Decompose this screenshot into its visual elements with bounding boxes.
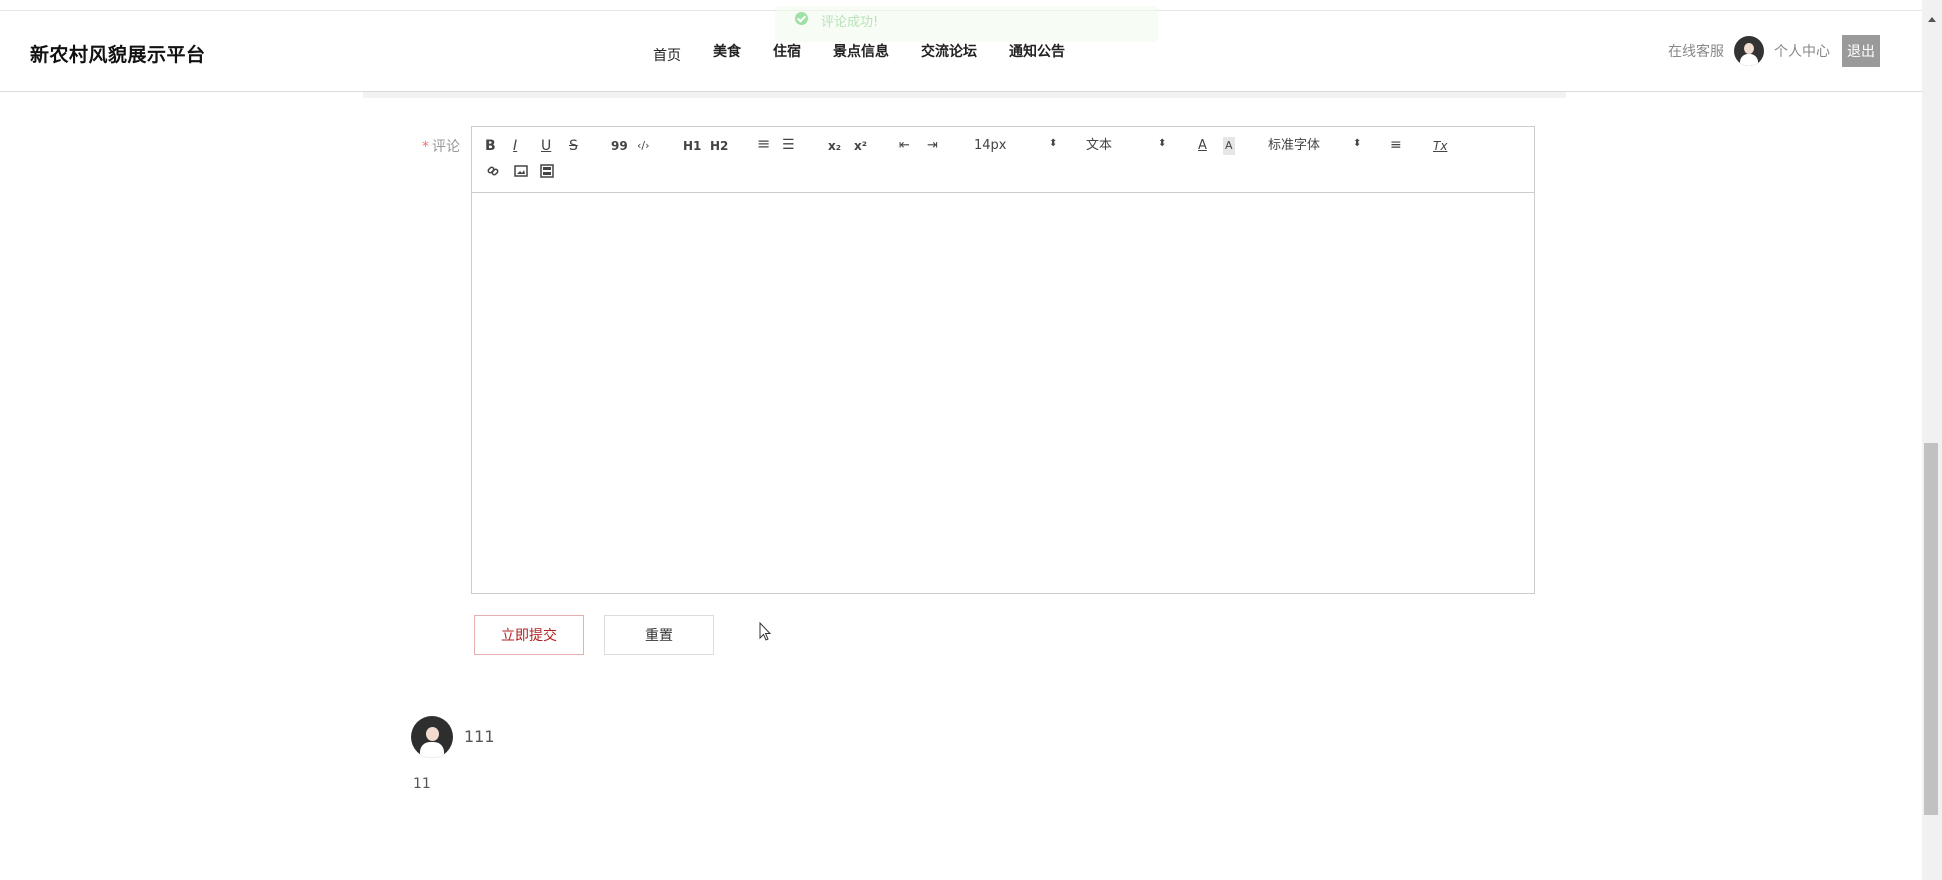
header-select[interactable]: 文本 <box>1086 137 1112 155</box>
image-icon[interactable] <box>514 164 528 183</box>
font-family-chevron-icon: ⬍ <box>1353 138 1362 149</box>
avatar-face <box>1744 43 1754 54</box>
header-chevron-icon: ⬍ <box>1158 138 1167 149</box>
clean-format-button[interactable]: Tx <box>1433 137 1447 155</box>
subscript-button[interactable]: x₂ <box>828 137 841 155</box>
ordered-list-button[interactable]: ≡ <box>757 135 770 153</box>
outdent-button[interactable]: ⇤ <box>899 137 910 155</box>
nav-food[interactable]: 美食 <box>713 41 741 65</box>
h2-button[interactable]: H2 <box>710 137 728 155</box>
main-nav: 首页 美食 住宿 景点信息 交流论坛 通知公告 <box>653 41 1097 65</box>
blockquote-button[interactable]: 99 <box>611 137 628 155</box>
user-avatar[interactable] <box>1734 36 1764 66</box>
personal-center-link[interactable]: 个人中心 <box>1774 41 1830 61</box>
editor-content-area[interactable] <box>472 193 1534 593</box>
indent-button[interactable]: ⇥ <box>927 137 938 155</box>
comment-text: 11 <box>413 776 431 792</box>
font-family-select[interactable]: 标准字体 <box>1268 137 1320 155</box>
success-toast: 评论成功! <box>775 6 1158 42</box>
link-icon[interactable] <box>486 164 500 183</box>
font-size-chevron-icon: ⬍ <box>1049 138 1058 149</box>
success-icon <box>795 12 808 25</box>
comment-avatar-face <box>426 727 439 741</box>
content-top-strip <box>363 92 1566 98</box>
site-brand[interactable]: 新农村风貌展示平台 <box>30 40 206 67</box>
bold-button[interactable]: B <box>485 137 496 155</box>
reset-button[interactable]: 重置 <box>604 615 714 655</box>
strike-button[interactable]: S <box>569 137 578 155</box>
scroll-thumb[interactable] <box>1924 443 1938 815</box>
nav-forum[interactable]: 交流论坛 <box>921 41 977 65</box>
toast-message: 评论成功! <box>821 15 879 30</box>
nav-scenic[interactable]: 景点信息 <box>833 41 889 65</box>
code-block-button[interactable]: ‹/› <box>637 137 650 155</box>
scroll-up-arrow-icon[interactable] <box>1928 17 1936 22</box>
background-color-button[interactable]: A <box>1223 137 1235 155</box>
comment-avatar <box>411 716 453 758</box>
font-size-select[interactable]: 14px <box>974 137 1007 155</box>
nav-lodging[interactable]: 住宿 <box>773 41 801 65</box>
submit-button[interactable]: 立即提交 <box>474 615 584 655</box>
text-color-button[interactable]: A <box>1198 137 1207 155</box>
h1-button[interactable]: H1 <box>683 137 701 155</box>
page-scrollbar[interactable] <box>1922 0 1942 880</box>
comment-username: 111 <box>464 727 495 746</box>
superscript-button[interactable]: x² <box>854 137 867 155</box>
bullet-list-button[interactable]: ☰ <box>782 136 795 154</box>
avatar-body <box>1740 54 1758 66</box>
rich-text-editor: B I U S 99 ‹/› H1 H2 ≡ ☰ x₂ x² ⇤ ⇥ 14px … <box>471 126 1535 594</box>
comment-label: * 评论 <box>422 136 460 156</box>
comment-label-text: 评论 <box>432 139 460 155</box>
underline-button[interactable]: U <box>541 137 551 155</box>
video-icon[interactable] <box>540 164 554 183</box>
nav-notice[interactable]: 通知公告 <box>1009 41 1065 65</box>
italic-button[interactable]: I <box>513 137 517 155</box>
online-service-link[interactable]: 在线客服 <box>1668 41 1724 61</box>
required-mark: * <box>422 139 429 155</box>
comment-avatar-body <box>420 742 444 758</box>
user-tools: 在线客服 个人中心 退出 <box>1668 35 1880 67</box>
editor-toolbar: B I U S 99 ‹/› H1 H2 ≡ ☰ x₂ x² ⇤ ⇥ 14px … <box>472 127 1534 193</box>
align-button[interactable]: ≡ <box>1390 136 1402 154</box>
logout-button[interactable]: 退出 <box>1842 35 1880 67</box>
nav-home[interactable]: 首页 <box>653 41 681 65</box>
